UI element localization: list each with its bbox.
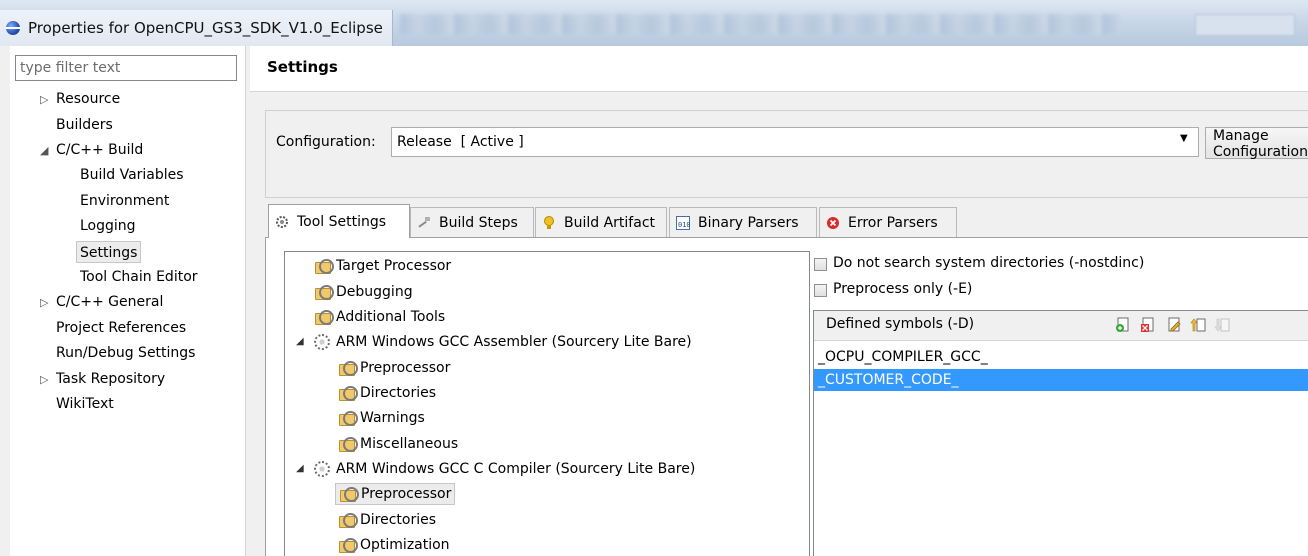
tree-item-asm-directories[interactable]: Directories xyxy=(338,381,436,405)
window-title-area: Properties for OpenCPU_GS3_SDK_V1.0_Ecli… xyxy=(0,10,393,46)
delete-symbol-icon[interactable] xyxy=(1140,317,1156,333)
tab-binary-parsers[interactable]: 010 Binary Parsers xyxy=(669,207,817,237)
tree-item-asm-miscellaneous[interactable]: Miscellaneous xyxy=(338,432,458,456)
folder-settings-icon xyxy=(338,385,358,401)
folder-settings-icon xyxy=(314,258,334,274)
folder-settings-icon xyxy=(314,284,334,300)
svg-text:010: 010 xyxy=(678,221,690,229)
page-title: Settings xyxy=(267,58,338,76)
tree-item-assembler[interactable]: ◢ ARM Windows GCC Assembler (Sourcery Li… xyxy=(296,330,692,354)
tab-build-artifact[interactable]: Build Artifact xyxy=(535,207,667,237)
tree-item-asm-warnings[interactable]: Warnings xyxy=(338,406,425,430)
nav-item-run-debug-settings[interactable]: Run/Debug Settings xyxy=(56,342,195,364)
artifact-icon xyxy=(542,215,556,230)
folder-settings-icon xyxy=(338,537,358,553)
symbol-item[interactable]: _CUSTOMER_CODE_ xyxy=(818,370,959,390)
filter-input[interactable] xyxy=(15,55,237,81)
nav-item-environment[interactable]: Environment xyxy=(80,190,169,212)
nav-item-builders[interactable]: Builders xyxy=(56,114,113,136)
collapse-arrow-icon[interactable]: ◢ xyxy=(296,330,314,354)
folder-settings-icon xyxy=(314,309,334,325)
nav-item-settings[interactable]: Settings xyxy=(76,241,142,263)
tool-gear-icon xyxy=(314,334,330,350)
tree-item-debugging[interactable]: Debugging xyxy=(314,280,413,304)
folder-settings-icon xyxy=(338,436,358,452)
move-down-icon[interactable] xyxy=(1214,317,1230,333)
tree-item-c-optimization[interactable]: Optimization xyxy=(338,533,450,556)
eclipse-icon xyxy=(6,21,20,35)
edit-symbol-icon[interactable] xyxy=(1166,317,1182,333)
nav-item-resource[interactable]: ▷ Resource xyxy=(40,88,120,110)
nav-item-wikitext[interactable]: WikiText xyxy=(56,393,114,415)
hammer-icon xyxy=(417,216,431,230)
manage-configurations-button[interactable]: Manage Configurations... xyxy=(1205,127,1308,160)
nav-item-build-variables[interactable]: Build Variables xyxy=(80,164,184,186)
nav-item-project-references[interactable]: Project References xyxy=(56,317,186,339)
preprocess-only-label: Preprocess only (-E) xyxy=(833,281,973,297)
tree-item-asm-preprocessor[interactable]: Preprocessor xyxy=(338,356,450,380)
settings-header xyxy=(250,46,1308,92)
folder-settings-icon xyxy=(338,360,358,376)
expand-arrow-icon[interactable]: ▷ xyxy=(40,89,56,111)
folder-settings-icon xyxy=(338,512,358,528)
collapse-arrow-icon[interactable]: ◢ xyxy=(296,457,314,481)
preprocess-only-checkbox[interactable] xyxy=(814,284,827,297)
folder-settings-icon xyxy=(338,410,358,426)
configuration-value: Release [ Active ] xyxy=(397,134,524,150)
window-title: Properties for OpenCPU_GS3_SDK_V1.0_Ecli… xyxy=(28,19,383,37)
tree-item-c-preprocessor[interactable]: Preprocessor xyxy=(335,483,456,505)
expand-arrow-icon[interactable]: ▷ xyxy=(40,369,56,391)
gear-icon xyxy=(275,215,289,229)
nostdinc-label: Do not search system directories (-nostd… xyxy=(833,255,1145,271)
move-up-icon[interactable] xyxy=(1190,317,1206,333)
dropdown-caret-icon[interactable]: ▼ xyxy=(1180,133,1188,144)
tool-gear-icon xyxy=(314,461,330,477)
tab-build-steps[interactable]: Build Steps xyxy=(410,207,534,237)
defined-symbols-title: Defined symbols (-D) xyxy=(826,316,975,332)
tab-tool-settings[interactable]: Tool Settings xyxy=(268,204,410,238)
nav-item-logging[interactable]: Logging xyxy=(80,215,136,237)
configuration-label: Configuration: xyxy=(276,134,376,150)
add-symbol-icon[interactable] xyxy=(1115,317,1131,333)
nav-item-task-repository[interactable]: ▷ Task Repository xyxy=(40,368,165,390)
nostdinc-checkbox[interactable] xyxy=(814,258,827,271)
folder-settings-icon xyxy=(339,486,359,502)
tree-item-target-processor[interactable]: Target Processor xyxy=(314,254,451,278)
binary-icon: 010 xyxy=(676,215,690,230)
error-icon xyxy=(826,216,840,230)
quick-access-box[interactable] xyxy=(1195,14,1295,36)
tree-item-c-compiler[interactable]: ◢ ARM Windows GCC C Compiler (Sourcery L… xyxy=(296,457,695,481)
collapse-arrow-icon[interactable]: ◢ xyxy=(40,140,56,162)
title-bar: Properties for OpenCPU_GS3_SDK_V1.0_Ecli… xyxy=(0,0,1308,46)
tree-item-c-directories[interactable]: Directories xyxy=(338,508,436,532)
expand-arrow-icon[interactable]: ▷ xyxy=(40,292,56,314)
nav-item-tool-chain-editor[interactable]: Tool Chain Editor xyxy=(80,266,198,288)
tab-error-parsers[interactable]: Error Parsers xyxy=(819,207,957,237)
symbol-item[interactable]: _OCPU_COMPILER_GCC_ xyxy=(818,347,988,367)
nav-item-cpp-general[interactable]: ▷ C/C++ General xyxy=(40,291,163,313)
blurred-toolbar xyxy=(400,14,1120,34)
nav-item-cpp-build[interactable]: ◢ C/C++ Build xyxy=(40,139,143,161)
tree-item-additional-tools[interactable]: Additional Tools xyxy=(314,305,445,329)
